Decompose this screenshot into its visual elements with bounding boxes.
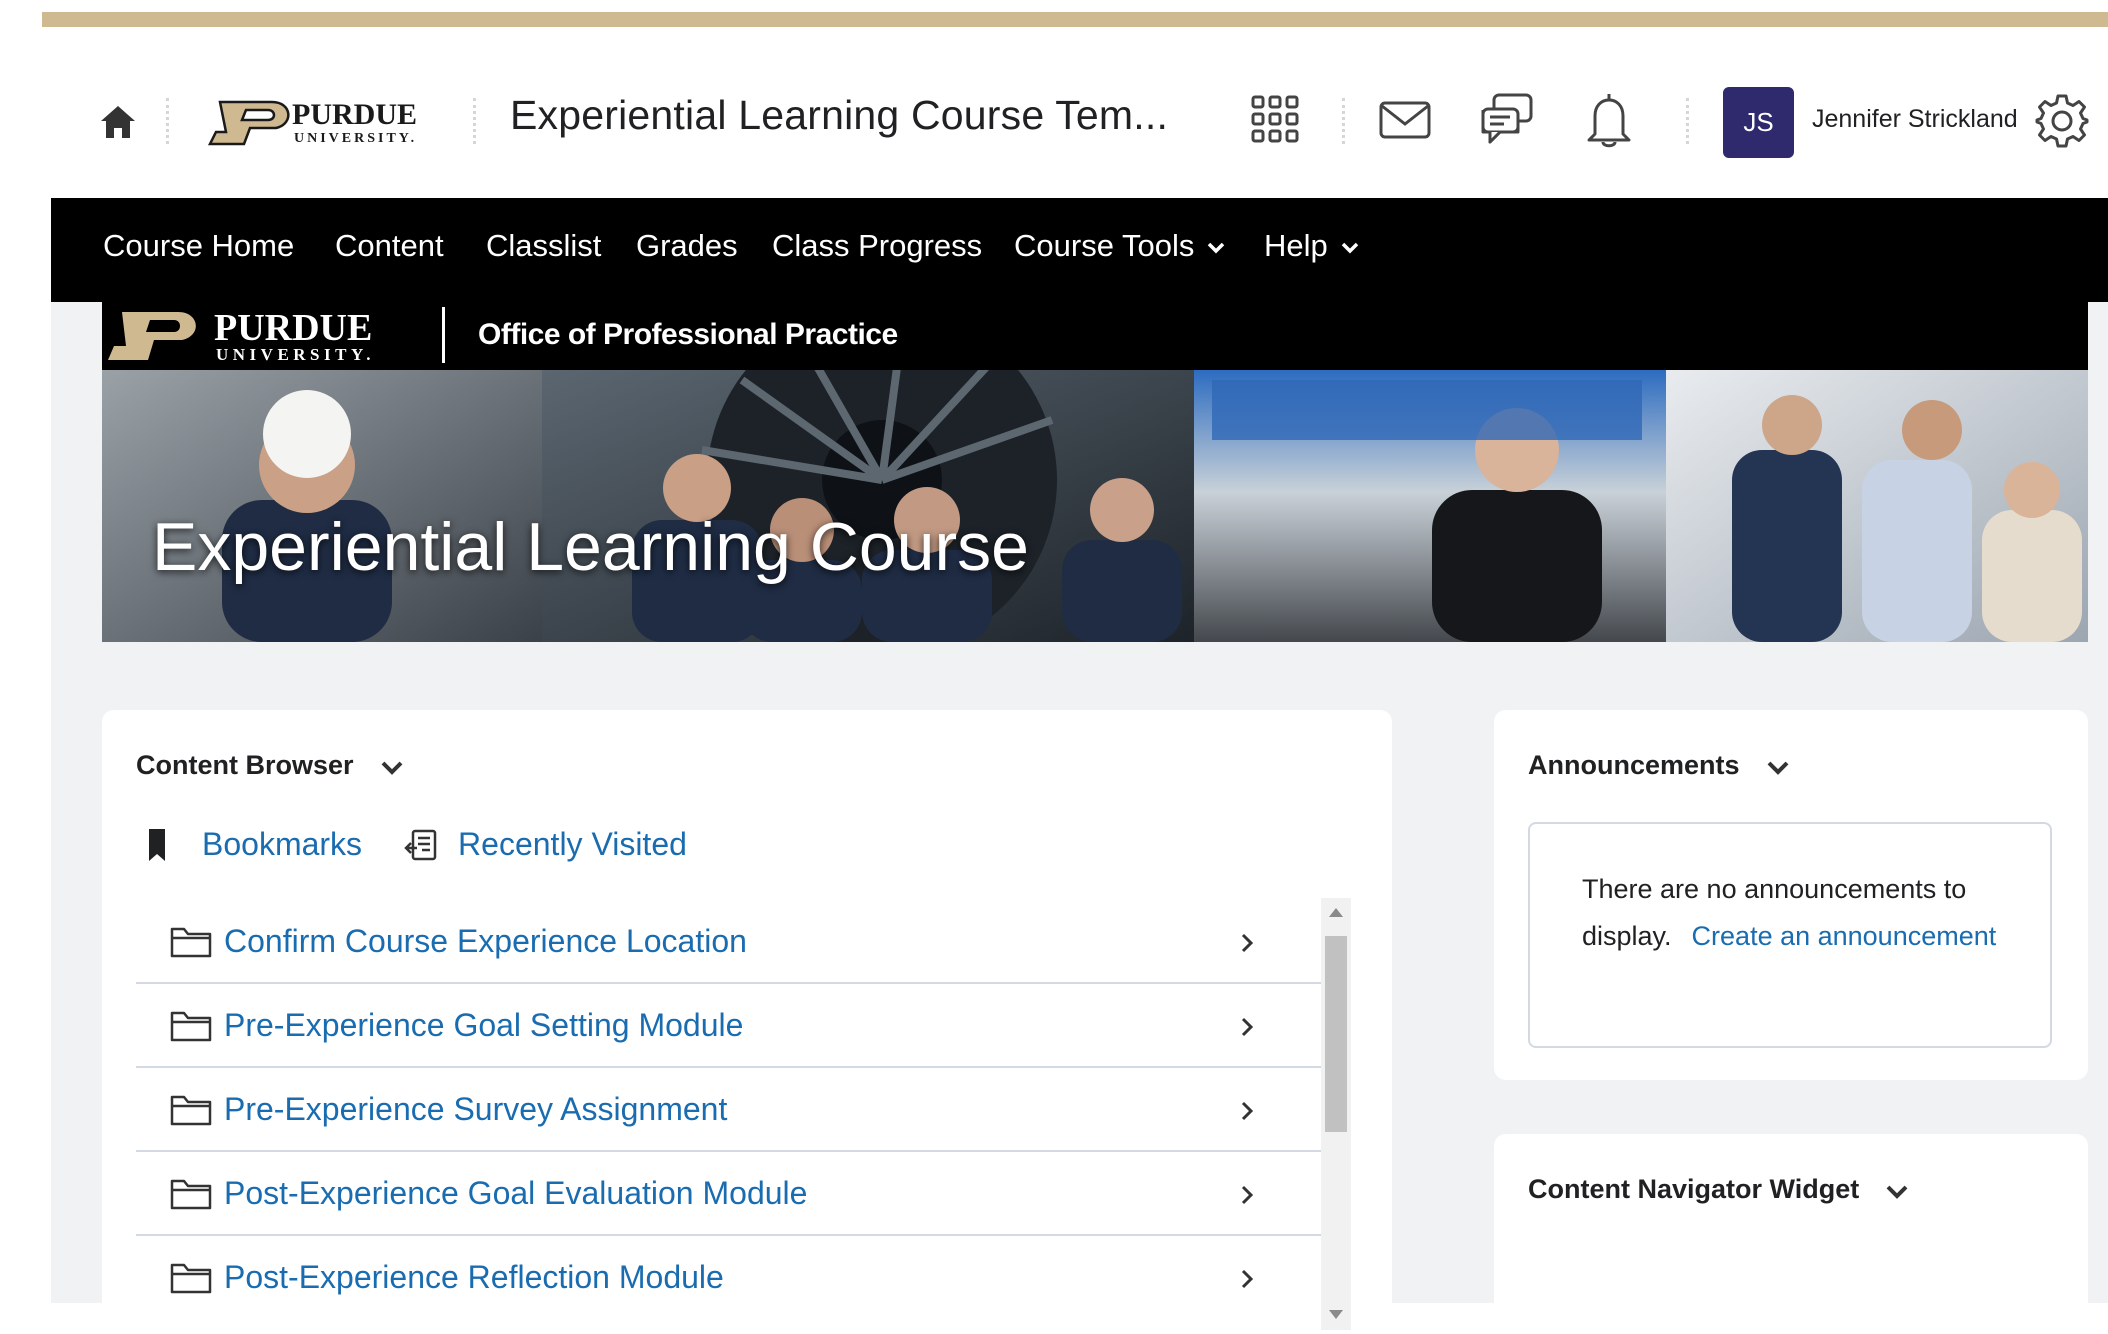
content-navigator-title: Content Navigator Widget xyxy=(1528,1174,1860,1204)
announcements-empty-box: There are no announcements to display. Cr… xyxy=(1528,822,2052,1048)
top-header: PURDUE UNIVERSITY. Experiential Learning… xyxy=(0,60,2108,185)
header-separator xyxy=(1686,98,1689,144)
nav-label: Class Progress xyxy=(772,228,983,263)
mail-icon[interactable] xyxy=(1378,100,1432,140)
folder-icon xyxy=(170,927,212,958)
chevron-down-icon xyxy=(1341,242,1359,254)
module-link[interactable]: Confirm Course Experience Location xyxy=(224,923,747,960)
folder-icon xyxy=(170,1263,212,1294)
chevron-down-icon[interactable] xyxy=(1885,1184,1909,1200)
nav-course-tools[interactable]: Course Tools xyxy=(1014,228,1226,264)
nav-label: Course Home xyxy=(103,228,295,263)
chevron-right-icon[interactable] xyxy=(1240,1268,1254,1290)
waffle-icon[interactable] xyxy=(1250,94,1300,144)
svg-text:UNIVERSITY.: UNIVERSITY. xyxy=(216,345,375,364)
header-separator xyxy=(1342,98,1345,144)
announcements-header[interactable]: Announcements xyxy=(1528,750,1790,781)
content-navigator-header[interactable]: Content Navigator Widget xyxy=(1528,1174,1909,1205)
purdue-logo[interactable]: PURDUE UNIVERSITY. xyxy=(206,94,438,148)
nav-label: Course Tools xyxy=(1014,228,1195,263)
folder-icon xyxy=(170,1011,212,1042)
chevron-down-icon[interactable] xyxy=(1766,760,1790,776)
list-item[interactable]: Pre-Experience Goal Setting Module xyxy=(136,984,1322,1068)
module-list: Confirm Course Experience Location Pre-E… xyxy=(136,900,1322,1318)
course-banner: PURDUE UNIVERSITY. Office of Professiona… xyxy=(102,302,2088,642)
chevron-right-icon[interactable] xyxy=(1240,1100,1254,1122)
svg-text:PURDUE: PURDUE xyxy=(292,98,417,131)
content-browser-widget: Content Browser Bookmarks Recently Visit… xyxy=(102,710,1392,1330)
module-list-scrollbar[interactable] xyxy=(1321,898,1351,1330)
header-separator xyxy=(166,98,169,144)
banner-header-strip: PURDUE UNIVERSITY. Office of Professiona… xyxy=(102,302,2088,370)
announcements-empty-state: There are no announcements to display. Cr… xyxy=(1582,866,2032,960)
chevron-right-icon[interactable] xyxy=(1240,1016,1254,1038)
nav-label: Content xyxy=(335,228,444,263)
scroll-thumb[interactable] xyxy=(1325,936,1347,1132)
course-title[interactable]: Experiential Learning Course Tem... xyxy=(510,92,1168,139)
bookmark-icon xyxy=(149,828,165,861)
chat-icon[interactable] xyxy=(1480,92,1534,148)
banner-title: Experiential Learning Course xyxy=(152,509,1029,585)
folder-icon xyxy=(170,1179,212,1210)
nav-course-home[interactable]: Course Home xyxy=(103,228,294,264)
announcements-title: Announcements xyxy=(1528,750,1740,780)
scroll-down-arrow[interactable] xyxy=(1329,1310,1343,1319)
nav-grades[interactable]: Grades xyxy=(636,228,738,264)
banner-divider xyxy=(442,307,445,363)
nav-help[interactable]: Help xyxy=(1264,228,1360,264)
chevron-down-icon[interactable] xyxy=(380,760,404,776)
content-browser-title: Content Browser xyxy=(136,750,354,780)
folder-icon xyxy=(170,1095,212,1126)
bookmarks-link[interactable]: Bookmarks xyxy=(202,826,362,863)
gear-icon[interactable] xyxy=(2034,93,2090,149)
module-link[interactable]: Post-Experience Goal Evaluation Module xyxy=(224,1175,807,1212)
recently-visited-link[interactable]: Recently Visited xyxy=(458,826,687,863)
chevron-right-icon[interactable] xyxy=(1240,932,1254,954)
nav-class-progress[interactable]: Class Progress xyxy=(772,228,982,264)
recently-visited-icon xyxy=(404,829,437,860)
scroll-up-arrow[interactable] xyxy=(1329,908,1343,917)
nav-label: Classlist xyxy=(486,228,602,263)
banner-purdue-logo: PURDUE UNIVERSITY. xyxy=(108,307,375,364)
content-quick-links: Bookmarks Recently Visited xyxy=(148,826,687,863)
nav-content[interactable]: Content xyxy=(335,228,444,264)
announcements-widget: Announcements There are no announcements… xyxy=(1494,710,2088,1080)
list-item[interactable]: Post-Experience Reflection Module xyxy=(136,1236,1322,1318)
banner-photo-collage xyxy=(102,370,2088,642)
nav-classlist[interactable]: Classlist xyxy=(486,228,601,264)
nav-label: Help xyxy=(1264,228,1328,263)
user-name[interactable]: Jennifer Strickland xyxy=(1812,105,2018,134)
header-separator xyxy=(473,98,476,144)
svg-text:PURDUE: PURDUE xyxy=(214,307,372,349)
home-icon[interactable] xyxy=(98,102,138,142)
module-link[interactable]: Pre-Experience Goal Setting Module xyxy=(224,1007,743,1044)
chevron-down-icon xyxy=(1208,242,1225,254)
create-announcement-link[interactable]: Create an announcement xyxy=(1692,921,1997,951)
nav-label: Grades xyxy=(636,228,738,263)
brand-accent-bar xyxy=(42,12,2108,27)
list-item[interactable]: Pre-Experience Survey Assignment xyxy=(136,1068,1322,1152)
content-browser-header[interactable]: Content Browser xyxy=(136,750,404,781)
list-item[interactable]: Post-Experience Goal Evaluation Module xyxy=(136,1152,1322,1236)
svg-text:UNIVERSITY.: UNIVERSITY. xyxy=(294,131,417,146)
chevron-right-icon[interactable] xyxy=(1240,1184,1254,1206)
content-navigator-widget: Content Navigator Widget xyxy=(1494,1134,2088,1334)
list-item[interactable]: Confirm Course Experience Location xyxy=(136,900,1322,984)
module-link[interactable]: Pre-Experience Survey Assignment xyxy=(224,1091,727,1128)
bell-icon[interactable] xyxy=(1583,90,1635,148)
course-navbar: Course Home Content Classlist Grades Cla… xyxy=(51,198,2108,302)
avatar[interactable]: JS xyxy=(1723,87,1794,158)
banner-office-name: Office of Professional Practice xyxy=(478,318,898,351)
module-link[interactable]: Post-Experience Reflection Module xyxy=(224,1259,724,1296)
